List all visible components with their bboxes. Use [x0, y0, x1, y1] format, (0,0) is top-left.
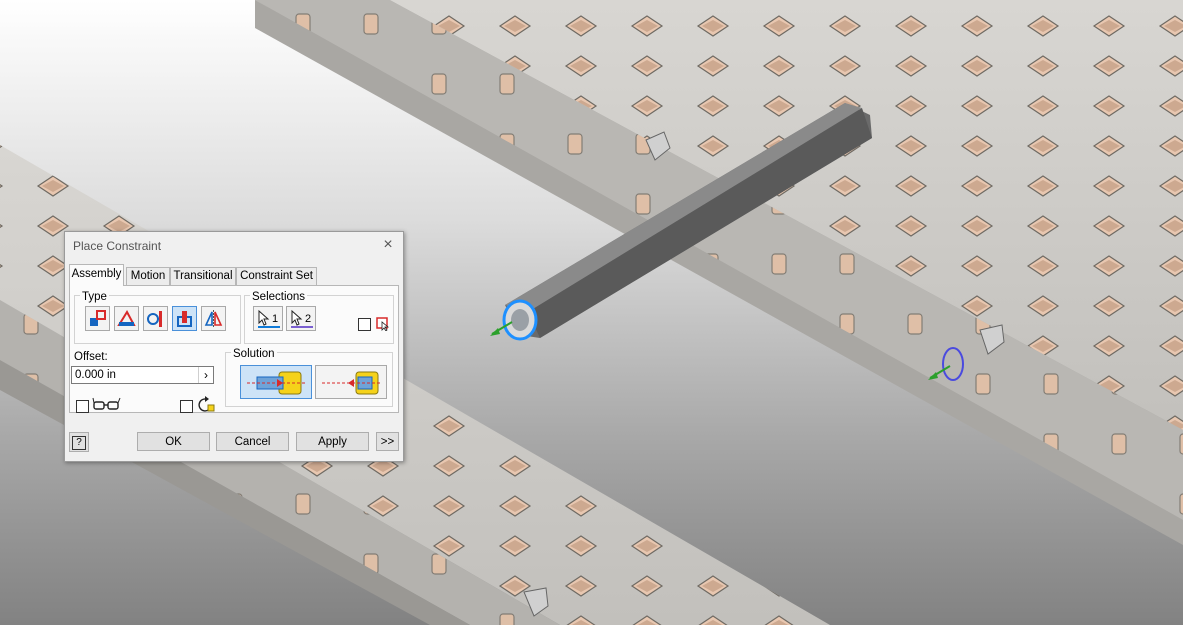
- mate-icon: [90, 310, 106, 326]
- apply-button[interactable]: Apply: [296, 432, 369, 451]
- insert-icon: [177, 311, 192, 327]
- offset-field[interactable]: ›: [71, 366, 214, 384]
- symmetry-button[interactable]: [201, 306, 226, 331]
- tab-constraint-set[interactable]: Constraint Set: [236, 267, 317, 285]
- help-button[interactable]: ?: [69, 432, 89, 452]
- offset-input[interactable]: [75, 368, 195, 382]
- dialog-title: Place Constraint: [73, 239, 162, 253]
- tangent-icon: [147, 311, 162, 327]
- opposed-icon: [247, 371, 307, 395]
- close-icon[interactable]: ×: [379, 236, 397, 254]
- solution-aligned-button[interactable]: [315, 365, 387, 399]
- solution-label: Solution: [231, 348, 277, 360]
- tab-assembly[interactable]: Assembly: [69, 264, 124, 286]
- glasses-icon: [92, 397, 121, 410]
- show-preview-checkbox[interactable]: [76, 400, 89, 413]
- first-occurrence-checkbox[interactable]: [358, 318, 371, 331]
- place-constraint-dialog[interactable]: Place Constraint × Assembly Motion Trans…: [64, 231, 404, 462]
- predict-offset-checkbox[interactable]: [180, 400, 193, 413]
- help-icon: ?: [72, 436, 86, 450]
- selection-2-label: 2: [305, 313, 312, 325]
- tab-transitional[interactable]: Transitional: [170, 267, 236, 285]
- selection-2-button[interactable]: 2: [286, 306, 316, 331]
- predict-offset-icon: [198, 396, 215, 412]
- more-button[interactable]: >>: [376, 432, 399, 451]
- insert-button[interactable]: [172, 306, 197, 331]
- offset-menu-arrow[interactable]: ›: [198, 367, 213, 383]
- tab-motion[interactable]: Motion: [126, 267, 170, 285]
- aligned-icon: [322, 371, 382, 395]
- type-label: Type: [80, 291, 109, 303]
- angle-button[interactable]: [114, 306, 139, 331]
- tangent-button[interactable]: [143, 306, 168, 331]
- assembly-tab-panel: Type Selections 1 2 Offset: Solution: [69, 285, 399, 413]
- symmetry-icon: [204, 310, 223, 327]
- angle-icon: [117, 309, 136, 326]
- ok-button[interactable]: OK: [137, 432, 210, 451]
- selection-1-button[interactable]: 1: [253, 306, 283, 331]
- selection-1-label: 1: [272, 313, 279, 325]
- selections-label: Selections: [250, 291, 308, 303]
- pick-part-first-icon[interactable]: [375, 315, 391, 331]
- mate-button[interactable]: [85, 306, 110, 331]
- offset-label: Offset:: [74, 351, 108, 363]
- solution-opposed-button[interactable]: [240, 365, 312, 399]
- cancel-button[interactable]: Cancel: [216, 432, 289, 451]
